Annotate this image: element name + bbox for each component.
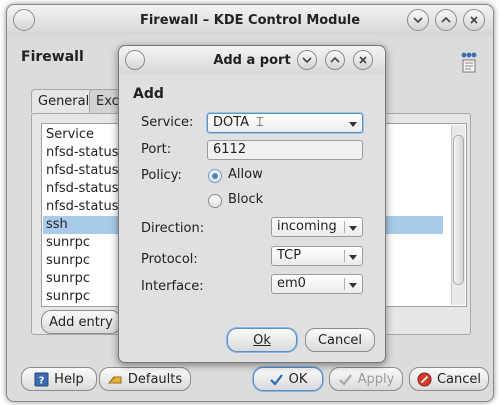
close-icon	[470, 16, 478, 24]
help-label: Help	[54, 371, 84, 387]
tab-exceptions-label: Exc	[96, 94, 119, 109]
dialog-minimize-button[interactable]	[297, 50, 317, 70]
defaults-icon	[107, 376, 122, 383]
chevron-down-icon	[349, 226, 357, 231]
ok-label: OK	[288, 371, 308, 387]
chevron-down-icon	[349, 122, 357, 127]
interface-label: Interface:	[141, 279, 204, 294]
dialog-ok-button[interactable]: Ok	[227, 328, 297, 352]
allow-label[interactable]: Allow	[228, 167, 263, 182]
chevron-down-icon	[349, 255, 357, 260]
help-icon: ?	[34, 372, 49, 386]
direction-value: incoming	[277, 219, 337, 234]
combo-separator	[344, 250, 345, 262]
dialog-cancel-label: Cancel	[317, 332, 363, 348]
add-port-dialog: Add a port Add Service: DOTA ⌶ Port: 611…	[118, 45, 386, 363]
port-label: Port:	[141, 142, 172, 157]
module-heading: Firewall	[21, 49, 84, 65]
defaults-label: Defaults	[127, 371, 183, 387]
checkmark-icon	[338, 373, 352, 386]
dialog-maximize-button[interactable]	[325, 50, 345, 70]
protocol-value: TCP	[277, 248, 302, 263]
add-entry-button[interactable]: Add entry	[41, 310, 121, 334]
direction-label: Direction:	[141, 221, 205, 236]
text-cursor-icon: ⌶	[256, 115, 264, 130]
combo-separator	[344, 221, 345, 233]
cancel-button[interactable]: Cancel	[409, 367, 489, 391]
dialog-ok-label: Ok	[253, 332, 271, 348]
maximize-icon	[330, 56, 340, 63]
cancel-icon	[417, 372, 432, 386]
block-label[interactable]: Block	[228, 192, 263, 207]
service-combobox[interactable]: DOTA ⌶	[207, 113, 363, 133]
policy-label: Policy:	[141, 168, 182, 183]
interface-combobox[interactable]: em0	[271, 274, 363, 294]
port-field[interactable]: 6112	[207, 140, 363, 160]
tab-general-label: General	[38, 94, 90, 109]
cancel-label: Cancel	[436, 371, 482, 387]
protocol-combobox[interactable]: TCP	[271, 246, 363, 266]
service-value: DOTA	[213, 115, 250, 130]
tab-general[interactable]: General	[31, 89, 97, 113]
block-radio[interactable]	[208, 194, 222, 208]
maximize-button[interactable]	[435, 9, 457, 31]
combo-separator	[344, 278, 345, 290]
list-scrollbar[interactable]	[451, 125, 465, 305]
minimize-icon	[302, 57, 312, 64]
maximize-icon	[441, 16, 451, 23]
close-button[interactable]	[463, 9, 485, 31]
dialog-titlebar[interactable]: Add a port	[119, 46, 385, 74]
dialog-heading: Add	[133, 86, 164, 102]
direction-combobox[interactable]: incoming	[271, 217, 363, 237]
window-titlebar[interactable]: Firewall – KDE Control Module	[7, 5, 493, 35]
minimize-icon	[413, 17, 423, 24]
svg-text:?: ?	[39, 375, 45, 386]
help-button[interactable]: ? Help	[21, 367, 97, 391]
scrollbar-thumb[interactable]	[453, 135, 464, 285]
close-icon	[359, 56, 367, 64]
dialog-close-button[interactable]	[353, 50, 373, 70]
checkmark-icon	[269, 373, 283, 386]
apply-button[interactable]: Apply	[329, 367, 403, 391]
minimize-button[interactable]	[407, 9, 429, 31]
chevron-down-icon	[349, 283, 357, 288]
firewall-module-icon	[459, 51, 479, 73]
allow-radio[interactable]	[208, 169, 222, 183]
service-label: Service:	[141, 115, 194, 130]
apply-label: Apply	[357, 371, 395, 387]
dialog-cancel-button[interactable]: Cancel	[305, 328, 375, 352]
ok-button[interactable]: OK	[253, 367, 323, 391]
defaults-button[interactable]: Defaults	[99, 367, 191, 391]
protocol-label: Protocol:	[141, 252, 198, 267]
add-entry-label: Add entry	[49, 314, 113, 330]
interface-value: em0	[277, 276, 306, 291]
dialog-title: Add a port	[213, 53, 291, 68]
